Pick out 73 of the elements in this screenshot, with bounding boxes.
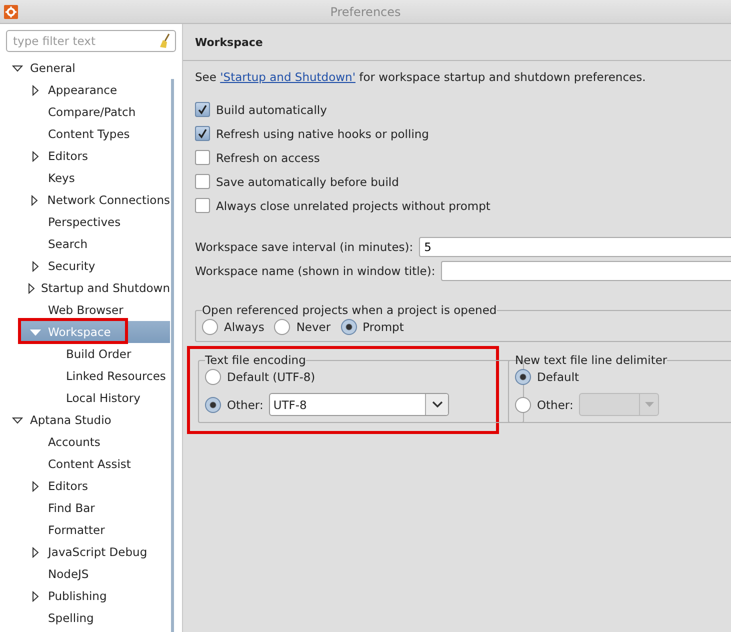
- checkbox-label[interactable]: Always close unrelated projects without prompt: [216, 198, 490, 212]
- radio-button[interactable]: [202, 319, 218, 335]
- page-title: Workspace: [183, 24, 731, 61]
- tree-item[interactable]: Spelling: [0, 607, 170, 629]
- checkbox[interactable]: [195, 198, 210, 213]
- tree-item[interactable]: Build Order: [0, 343, 170, 365]
- radio-button[interactable]: [205, 369, 221, 385]
- radio-button[interactable]: [274, 319, 290, 335]
- tree-item[interactable]: Compare/Patch: [0, 101, 170, 123]
- tree-item[interactable]: Find Bar: [0, 497, 170, 519]
- collapsed-triangle-icon[interactable]: [28, 282, 35, 294]
- checkbox-label[interactable]: Save automatically before build: [216, 174, 399, 188]
- collapsed-triangle-icon[interactable]: [32, 590, 38, 602]
- tree-item[interactable]: Editors: [0, 145, 170, 167]
- radio-button[interactable]: [340, 319, 357, 335]
- collapsed-triangle-icon[interactable]: [31, 194, 38, 206]
- tree-item[interactable]: Publishing: [0, 585, 170, 607]
- radio-label[interactable]: Never: [296, 320, 331, 334]
- collapsed-triangle-icon[interactable]: [32, 260, 38, 272]
- tree-item[interactable]: Content Types: [0, 123, 170, 145]
- group-title: New text file line delimiter: [515, 353, 668, 367]
- checkbox[interactable]: [195, 150, 210, 165]
- intro-text: See 'Startup and Shutdown' for workspace startup and shutdown preferences.: [195, 70, 647, 84]
- radio-label[interactable]: Always: [224, 320, 264, 334]
- tree-item[interactable]: Keys: [0, 167, 170, 189]
- checkbox-label[interactable]: Build automatically: [216, 102, 327, 116]
- checkbox-label[interactable]: Refresh on access: [216, 150, 320, 164]
- radio-label[interactable]: Prompt: [362, 320, 404, 334]
- tree-item[interactable]: General: [0, 57, 170, 79]
- tree-item[interactable]: Editors: [0, 475, 170, 497]
- collapsed-triangle-icon[interactable]: [32, 480, 38, 492]
- tree-item[interactable]: NodeJS: [0, 563, 170, 585]
- dropdown-caret-icon[interactable]: [432, 401, 443, 408]
- tree-item[interactable]: Aptana Studio: [0, 409, 170, 431]
- tree-item[interactable]: Appearance: [0, 79, 170, 101]
- radio-label[interactable]: Default: [537, 370, 580, 384]
- tree-item[interactable]: Startup and Shutdown: [0, 277, 170, 299]
- filter-field[interactable]: type filter text: [6, 30, 176, 52]
- text-field[interactable]: 5: [419, 237, 731, 257]
- tree-item[interactable]: Search: [0, 233, 170, 255]
- radio-button[interactable]: [515, 396, 531, 412]
- radio-label[interactable]: Other:: [537, 398, 574, 412]
- checkbox-label[interactable]: Refresh using native hooks or polling: [216, 126, 429, 140]
- tree-item[interactable]: Formatter: [0, 519, 170, 541]
- group-title: Text file encoding: [205, 353, 306, 367]
- tree-item[interactable]: Linked Resources: [0, 365, 170, 387]
- tree-item[interactable]: Accounts: [0, 431, 170, 453]
- radio-button[interactable]: [515, 369, 531, 385]
- tree-item[interactable]: Web Browser: [0, 299, 170, 321]
- tree-item[interactable]: Local History: [0, 387, 170, 409]
- expanded-triangle-icon[interactable]: [12, 64, 22, 72]
- collapsed-triangle-icon[interactable]: [32, 546, 38, 558]
- expanded-triangle-icon[interactable]: [12, 416, 22, 424]
- radio-button[interactable]: [205, 396, 221, 412]
- checkbox[interactable]: [195, 174, 210, 189]
- radio-label[interactable]: Default (UTF-8): [227, 370, 316, 384]
- broom-icon[interactable]: [159, 33, 171, 49]
- tree-item[interactable]: JavaScript Debug: [0, 541, 170, 563]
- radio-label[interactable]: Other:: [227, 398, 264, 412]
- gear-icon: [4, 4, 18, 18]
- tree-item[interactable]: Perspectives: [0, 211, 170, 233]
- field-label: Workspace name (shown in window title):: [195, 264, 436, 278]
- tree-item[interactable]: Content Assist: [0, 453, 170, 475]
- text-field[interactable]: [441, 261, 731, 281]
- dropdown[interactable]: UTF-8: [269, 393, 450, 416]
- tree-item[interactable]: Security: [0, 255, 170, 277]
- window-title: Preferences: [329, 4, 402, 18]
- tree-item[interactable]: Network Connections: [0, 189, 170, 211]
- collapsed-triangle-icon[interactable]: [32, 84, 38, 96]
- field-label: Workspace save interval (in minutes):: [195, 240, 414, 254]
- group-title: Open referenced projects when a project is opened: [202, 303, 497, 317]
- startup-link[interactable]: 'Startup and Shutdown': [220, 70, 356, 84]
- collapsed-triangle-icon[interactable]: [32, 150, 38, 162]
